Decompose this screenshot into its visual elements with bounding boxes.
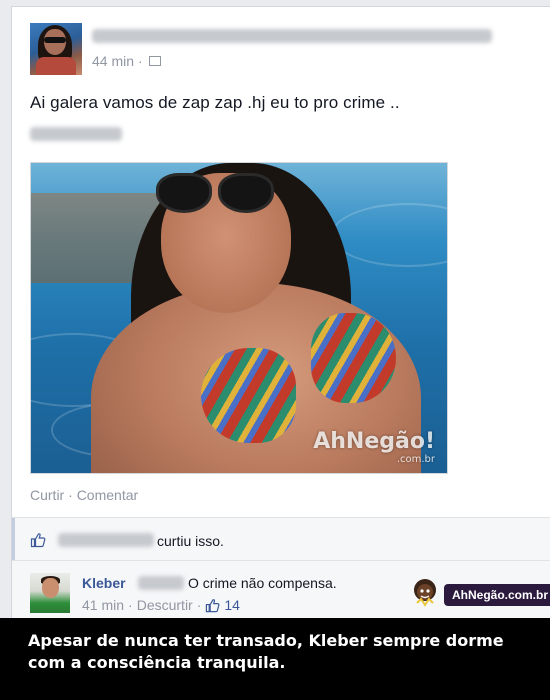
likes-text: curtiu isso. (157, 533, 224, 549)
meta-separator: · (138, 53, 143, 69)
comment-link[interactable]: Comentar (77, 487, 138, 503)
comment-like-count[interactable]: 14 (224, 597, 240, 613)
mascot-icon (408, 575, 442, 609)
comment-time[interactable]: 41 min (82, 597, 124, 613)
post-author-avatar[interactable] (30, 23, 82, 75)
commenter-name[interactable]: Kleber (82, 575, 126, 591)
facebook-post: 44 min · Ai galera vamos de zap zap .hj … (11, 6, 550, 619)
actions-separator: · (68, 487, 73, 503)
comment-meta-separator: · (128, 597, 133, 613)
tagged-text-censored (30, 127, 122, 141)
unlike-link[interactable]: Descurtir (137, 597, 193, 613)
liker-names-censored (58, 533, 154, 547)
caption-text: Apesar de nunca ter transado, Kleber sem… (28, 631, 504, 672)
comment-text: O crime não compensa. (188, 575, 337, 591)
comment-meta-separator: · (196, 597, 202, 613)
post-actions: Curtir · Comentar (30, 487, 138, 503)
commenter-avatar[interactable] (30, 573, 70, 613)
author-name-censored (92, 29, 492, 43)
thumbs-up-icon (30, 532, 46, 548)
comment-meta: 41 min · Descurtir · 14 (82, 597, 240, 613)
post-photo[interactable]: AhNegão! .com.br (30, 162, 448, 474)
like-link[interactable]: Curtir (30, 487, 64, 503)
likes-summary: curtiu isso. (12, 517, 550, 561)
thumbs-up-icon (205, 598, 220, 613)
photo-watermark: AhNegão! .com.br (313, 429, 435, 465)
site-badge-label: AhNegão.com.br (444, 584, 550, 606)
post-meta: 44 min · (92, 53, 161, 69)
site-badge: AhNegão.com.br (408, 579, 550, 608)
post-time[interactable]: 44 min (92, 53, 134, 69)
meme-caption: Apesar de nunca ter transado, Kleber sem… (0, 618, 550, 700)
audience-icon[interactable] (148, 56, 161, 66)
commenter-surname-censored (138, 576, 184, 590)
post-text: Ai galera vamos de zap zap .hj eu to pro… (30, 93, 400, 112)
